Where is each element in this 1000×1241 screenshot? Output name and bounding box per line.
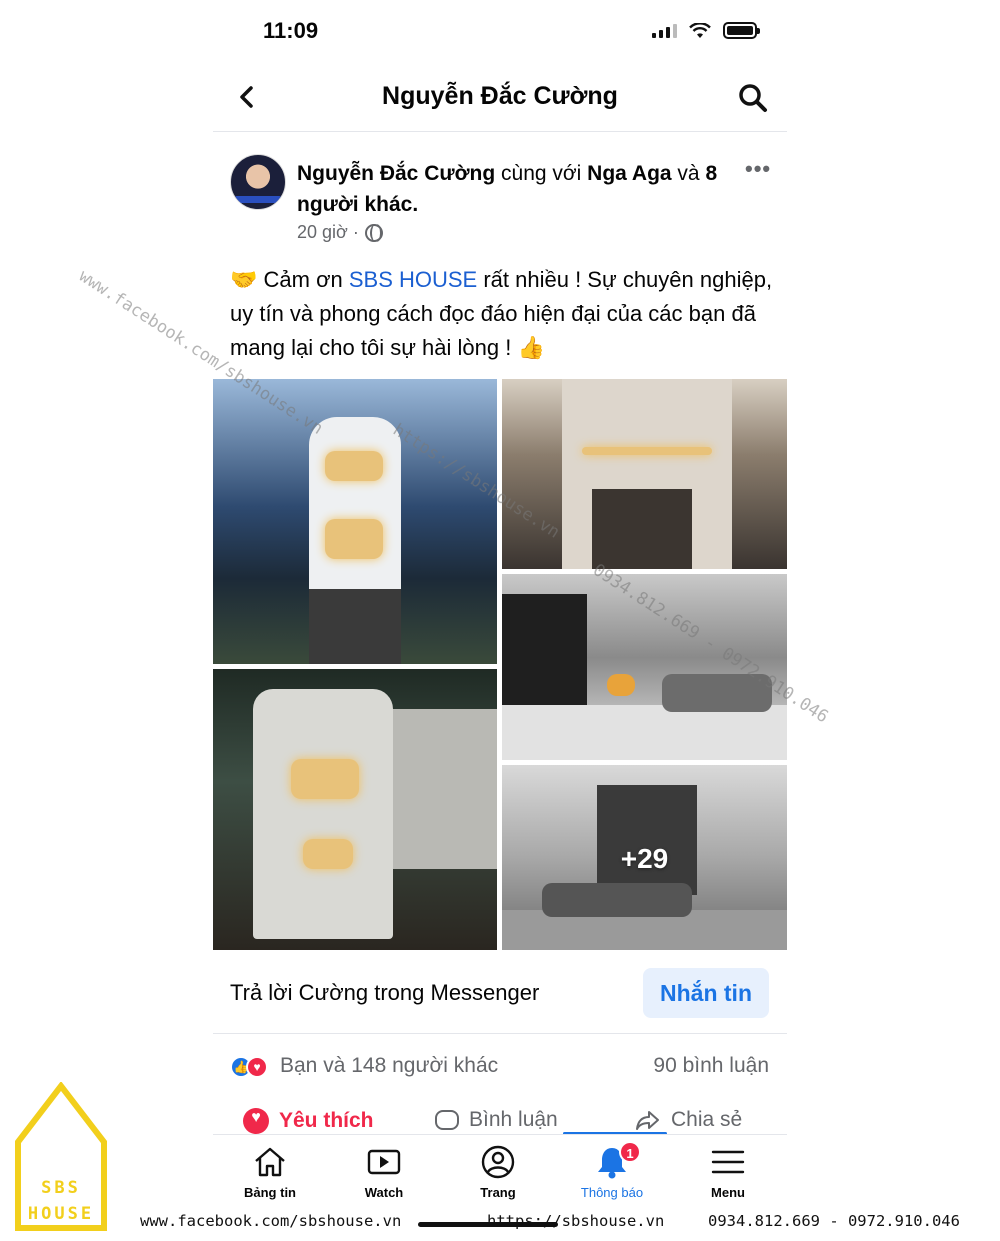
photo-house-aerial[interactable] [213, 669, 497, 950]
post-author-line: Nguyễn Đắc Cường cùng với Nga Aga và 8 n… [297, 158, 727, 220]
tab-watch[interactable]: Watch [339, 1145, 429, 1200]
comment-count[interactable]: 90 bình luận [653, 1054, 769, 1078]
home-icon [255, 1147, 285, 1177]
photo-living-room-more[interactable]: +29 [502, 765, 787, 950]
lit-window [291, 759, 359, 799]
signal-icon [652, 23, 677, 38]
search-button[interactable] [737, 82, 769, 114]
door [592, 489, 692, 569]
armchair [607, 674, 635, 696]
avatar-badge [235, 196, 281, 203]
messenger-reply-label: Trả lời Cường trong Messenger [230, 980, 540, 1005]
lit-window [325, 519, 383, 559]
phone-screen: 11:09 Nguyễn Đắc Cường Nguyễn Đắc Cường … [213, 0, 787, 1241]
menu-icon [711, 1150, 745, 1174]
comment-label: Bình luận [469, 1108, 558, 1131]
post-meta: 20 giờ · [297, 222, 383, 243]
profile-icon [481, 1145, 515, 1179]
sofa [662, 674, 772, 712]
light-strip [582, 447, 712, 455]
author-name[interactable]: Nguyễn Đắc Cường [297, 162, 495, 185]
reactions-summary: 👍 ♥ Bạn và 148 người khác 90 bình luận [213, 1046, 787, 1090]
tab-label: Watch [364, 1185, 404, 1200]
tab-label: Trang [480, 1185, 516, 1200]
photo-entrance-night[interactable] [502, 379, 787, 569]
tab-label: Bảng tin [244, 1185, 296, 1200]
wifi-icon [689, 22, 711, 38]
love-reaction-icon: ♥ [246, 1056, 268, 1078]
status-icons [652, 22, 760, 39]
like-button[interactable]: Yêu thích [243, 1108, 374, 1134]
photo-living-room[interactable] [502, 574, 787, 760]
send-message-button[interactable]: Nhắn tin [643, 968, 769, 1018]
page-title: Nguyễn Đắc Cường [382, 82, 618, 110]
photo-house-facade-night[interactable] [213, 379, 497, 664]
tab-notifications[interactable]: 1 Thông báo [567, 1141, 657, 1200]
floor [502, 705, 787, 760]
building-shape [253, 689, 393, 939]
logo-line-1: SBS [41, 1178, 81, 1198]
globe-icon [364, 223, 383, 242]
heart-icon [243, 1108, 269, 1134]
top-header: Nguyễn Đắc Cường [213, 70, 787, 132]
more-photos-count: +29 [620, 843, 669, 874]
tab-profile[interactable]: Trang [453, 1145, 543, 1200]
comment-icon [435, 1110, 459, 1130]
status-time: 11:09 [263, 18, 319, 43]
lit-window [303, 839, 353, 869]
post-text-prefix: 🤝 Cảm ơn [230, 267, 343, 292]
comment-button[interactable]: Bình luận [435, 1108, 558, 1132]
tab-label: Menu [711, 1185, 745, 1200]
tv-wall [597, 785, 697, 895]
share-icon [635, 1109, 661, 1131]
notification-badge: 1 [619, 1141, 641, 1163]
share-label: Chia sẻ [671, 1108, 743, 1131]
tagged-person[interactable]: Nga Aga [587, 162, 671, 185]
tab-menu[interactable]: Menu [683, 1145, 773, 1200]
gate [309, 589, 401, 664]
neighbor-house [393, 709, 497, 869]
messenger-reply-row: Trả lời Cường trong Messenger Nhắn tin [213, 960, 787, 1034]
share-button[interactable]: Chia sẻ [635, 1108, 742, 1132]
reaction-icons[interactable]: 👍 ♥ [230, 1056, 276, 1078]
footer-website-url: https://sbshouse.vn [487, 1212, 665, 1230]
post-time[interactable]: 20 giờ · [297, 222, 359, 243]
more-options-button[interactable]: ••• [745, 156, 771, 182]
video-icon [367, 1149, 401, 1175]
footer-phone-numbers: 0934.812.669 - 0972.910.046 [708, 1212, 960, 1230]
like-label: Yêu thích [279, 1109, 374, 1132]
photo-grid: +29 [213, 379, 787, 950]
battery-icon [723, 22, 760, 39]
sofa [542, 883, 692, 917]
lit-window [325, 451, 383, 481]
with-text: cùng với [501, 162, 582, 185]
tab-news-feed[interactable]: Bảng tin [225, 1145, 315, 1200]
action-bar: Yêu thích Bình luận Chia sẻ [213, 1100, 787, 1134]
and-text: và [677, 162, 700, 185]
reaction-count[interactable]: Bạn và 148 người khác [280, 1054, 498, 1078]
logo-text: SBS HOUSE [20, 1175, 102, 1227]
search-icon [739, 84, 767, 112]
tab-label: Thông báo [580, 1185, 644, 1200]
page-mention[interactable]: SBS HOUSE [349, 267, 477, 292]
author-avatar[interactable] [230, 154, 286, 210]
logo-line-2: HOUSE [27, 1204, 95, 1224]
post-text: 🤝 Cảm ơn SBS HOUSE rất nhiều ! Sự chuyên… [230, 263, 775, 365]
footer-facebook-url: www.facebook.com/sbshouse.vn [140, 1212, 402, 1230]
